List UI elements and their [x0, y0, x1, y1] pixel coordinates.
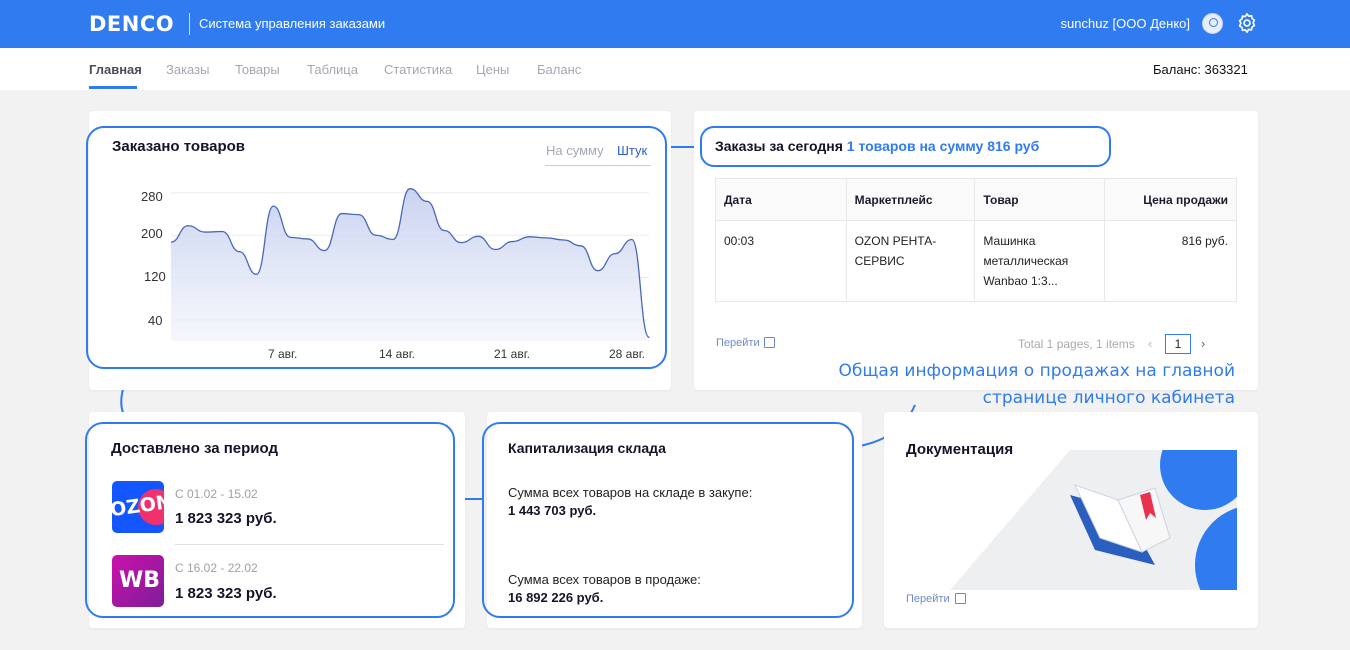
book-illustration-icon — [950, 450, 1237, 590]
prev-page-icon[interactable]: ‹ — [1148, 336, 1152, 351]
ozon-logo-icon: OZON — [112, 481, 164, 533]
chart-point — [426, 200, 428, 202]
chart-point — [358, 214, 360, 216]
x-tick-label: 14 авг. — [379, 347, 415, 361]
column-header[interactable]: Дата — [715, 178, 847, 221]
today-goto-link[interactable]: Перейти — [716, 337, 760, 349]
external-link-icon[interactable] — [764, 337, 775, 348]
page-number[interactable]: 1 — [1165, 334, 1191, 354]
chart-point — [187, 225, 189, 227]
tab-home[interactable]: Главная — [89, 62, 142, 77]
chart-point — [528, 236, 531, 238]
delivered-title: Доставлено за период — [111, 440, 278, 457]
divider — [175, 544, 444, 545]
wb-amount: 1 823 323 руб. — [175, 585, 277, 602]
docs-goto-link[interactable]: Перейти — [906, 593, 950, 605]
chart-point — [392, 238, 394, 241]
pagination-info: Total 1 pages, 1 items — [1018, 337, 1135, 351]
chart-point — [221, 230, 223, 233]
today-orders-table: Дата Маркетплейс Товар Цена продажи 00:0… — [715, 178, 1237, 302]
chart-point — [306, 238, 309, 240]
chart-point — [494, 248, 496, 251]
purchase-value: 1 443 703 руб. — [508, 503, 597, 518]
app-name: Система управления заказами — [199, 16, 386, 31]
chart-point — [597, 270, 599, 272]
chart-point — [272, 205, 275, 207]
chart-point — [614, 253, 616, 255]
order-product: Машинка металлическая Wanbao 1:3... — [974, 220, 1106, 302]
order-marketplace: OZON РЕНТА-СЕРВИС — [845, 220, 976, 302]
annotation-text: Общая информация о продажах на главной с… — [795, 358, 1235, 412]
chart-point — [443, 229, 445, 232]
x-tick-label: 28 авг. — [609, 347, 645, 361]
x-tick-label: 21 авг. — [494, 347, 530, 361]
warehouse-title: Капитализация склада — [508, 440, 666, 456]
external-link-icon[interactable] — [955, 593, 966, 604]
chart-point — [341, 212, 343, 215]
chart-point — [477, 235, 479, 237]
tab-table[interactable]: Таблица — [307, 62, 358, 77]
chart-point — [238, 251, 240, 253]
chart-point — [255, 273, 257, 275]
annotation-line-2: странице личного кабинета — [982, 388, 1235, 408]
chart-point — [289, 236, 292, 238]
chart-point — [563, 239, 565, 241]
user-avatar-icon[interactable] — [1202, 13, 1223, 34]
chart-area — [171, 188, 649, 341]
main-nav: Главная Заказы Товары Таблица Статистика… — [0, 48, 1350, 90]
sale-value: 16 892 226 руб. — [508, 590, 604, 605]
tab-balance[interactable]: Баланс — [537, 62, 581, 77]
wb-period: С 16.02 - 22.02 — [175, 561, 258, 575]
wb-logo-icon: WB — [112, 555, 164, 607]
y-tick-label: 40 — [148, 313, 163, 328]
order-date: 00:03 — [715, 220, 847, 302]
toggle-sum[interactable]: На сумму — [546, 143, 604, 158]
annotation-line-1: Общая информация о продажах на главной — [838, 361, 1235, 381]
denco-logo[interactable]: DENCO — [89, 12, 174, 36]
y-tick-label: 120 — [144, 269, 166, 284]
chart-point — [460, 242, 462, 244]
purchase-label: Сумма всех товаров на складе в закупе: — [508, 485, 753, 500]
chart-mode-toggle: На сумму Штук — [545, 142, 651, 166]
active-tab-indicator — [89, 86, 137, 89]
x-tick-label: 7 авг. — [268, 347, 298, 361]
chart-point — [324, 249, 326, 252]
y-tick-label: 200 — [141, 226, 163, 241]
column-header[interactable]: Маркетплейс — [845, 178, 976, 221]
ordered-title: Заказано товаров — [112, 138, 245, 155]
ordered-chart — [171, 188, 650, 341]
next-page-icon[interactable]: › — [1201, 336, 1205, 351]
balance-value: Баланс: 363321 — [1153, 62, 1248, 77]
chart-point — [648, 336, 650, 338]
chart-point — [580, 245, 582, 247]
today-summary: 1 товаров на сумму 816 руб — [846, 138, 1040, 154]
today-title-text: Заказы за сегодня — [715, 138, 843, 154]
table-row[interactable]: 00:03 OZON РЕНТА-СЕРВИС Машинка металлич… — [715, 220, 1237, 302]
chart-point — [409, 188, 411, 190]
tab-statistics[interactable]: Статистика — [384, 62, 452, 77]
wb-logo-text: WB — [119, 568, 161, 593]
y-tick-label: 280 — [141, 189, 163, 204]
chart-point — [375, 234, 377, 236]
chart-point — [545, 237, 548, 239]
toggle-pieces[interactable]: Штук — [617, 143, 647, 158]
ozon-amount: 1 823 323 руб. — [175, 510, 277, 527]
gear-icon[interactable] — [1236, 12, 1258, 34]
tab-products[interactable]: Товары — [235, 62, 280, 77]
tab-prices[interactable]: Цены — [476, 62, 509, 77]
tab-orders[interactable]: Заказы — [166, 62, 209, 77]
chart-point — [511, 240, 514, 243]
today-title: Заказы за сегодня 1 товаров на сумму 816… — [715, 138, 1039, 154]
column-header[interactable]: Цена продажи — [1104, 178, 1237, 221]
logo-divider — [189, 13, 190, 35]
column-header[interactable]: Товар — [974, 178, 1106, 221]
ozon-period: С 01.02 - 15.02 — [175, 487, 258, 501]
order-price: 816 руб. — [1104, 220, 1237, 302]
top-bar: DENCO Система управления заказами sunchu… — [0, 0, 1350, 48]
sale-label: Сумма всех товаров в продаже: — [508, 572, 701, 587]
chart-point — [204, 231, 206, 233]
user-name[interactable]: sunchuz [ООО Денко] — [1061, 16, 1190, 31]
chart-point — [631, 238, 633, 241]
